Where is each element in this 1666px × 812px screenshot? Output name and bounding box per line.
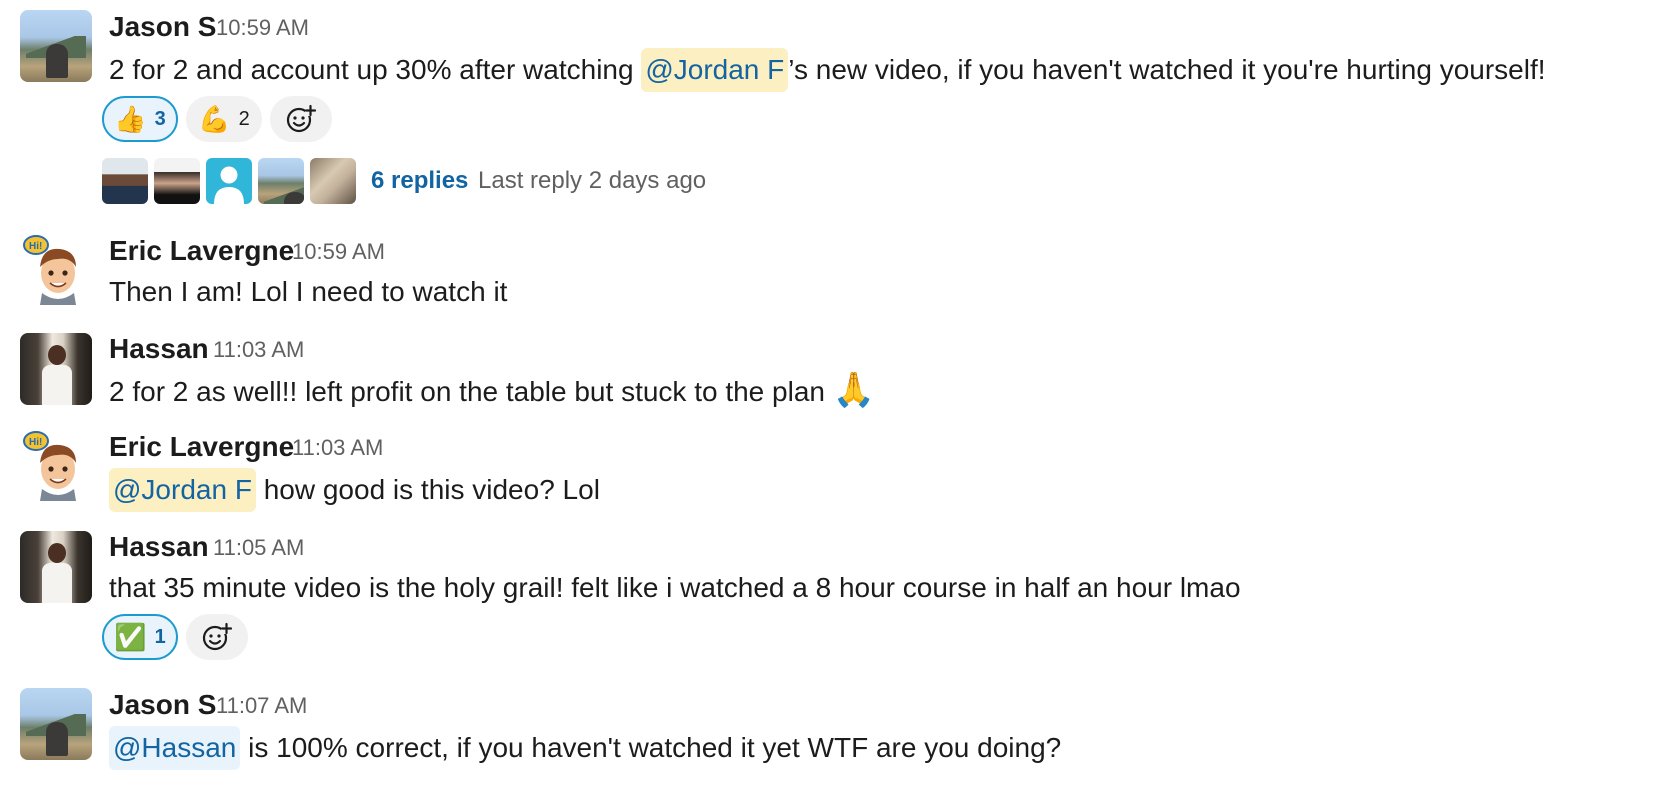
user-mention[interactable]: @Jordan F (109, 468, 256, 512)
avatar (102, 158, 148, 204)
svg-text:Hi!: Hi! (29, 437, 42, 448)
flexed-biceps-icon: 💪 (198, 104, 231, 134)
thread-replies-link[interactable]: 6 replies (371, 158, 468, 204)
check-mark-icon: ✅ (114, 622, 147, 652)
bitmoji-avatar-icon: Hi! (23, 431, 76, 501)
author-name[interactable]: Hassan (109, 332, 209, 366)
avatar (258, 158, 304, 204)
timestamp[interactable]: 11:03 AM (213, 333, 304, 367)
message-text: Then I am! Lol I need to watch it (109, 276, 508, 307)
message-text-part: ’s new video, if you haven't watched it … (788, 54, 1546, 85)
author-name[interactable]: Eric Lavergne (109, 234, 294, 268)
timestamp[interactable]: 10:59 AM (292, 235, 385, 269)
default-user-icon (214, 166, 244, 204)
thumbs-up-icon: 👍 (114, 104, 147, 134)
add-reaction-icon (202, 622, 233, 651)
message-text-part: is 100% correct, if you haven't watched … (240, 732, 1062, 763)
avatar[interactable] (20, 333, 92, 405)
message-text: @Hassan is 100% correct, if you haven't … (109, 726, 1061, 770)
message-text-part: how good is this video? Lol (255, 474, 600, 505)
timestamp[interactable]: 11:03 AM (292, 431, 383, 465)
add-reaction-icon (286, 104, 317, 133)
timestamp[interactable]: 10:59 AM (216, 11, 309, 45)
bitmoji-avatar-icon: Hi! (23, 235, 76, 305)
reaction-thumbs-up[interactable]: 👍 3 (102, 96, 178, 142)
author-name[interactable]: Eric Lavergne (109, 430, 294, 464)
reaction-flexed-biceps[interactable]: 💪 2 (186, 96, 262, 142)
message-text: 2 for 2 and account up 30% after watchin… (109, 48, 1546, 92)
avatar (310, 158, 356, 204)
timestamp[interactable]: 11:07 AM (216, 689, 307, 723)
add-reaction-button[interactable] (186, 614, 248, 660)
reaction-count: 2 (238, 107, 250, 130)
svg-text:Hi!: Hi! (29, 241, 42, 252)
message-text-part: 2 for 2 as well!! left profit on the tab… (109, 376, 825, 407)
thread-last-reply: Last reply 2 days ago (478, 167, 707, 194)
user-mention[interactable]: @Hassan (109, 726, 241, 770)
reaction-count: 1 (154, 625, 166, 648)
folded-hands-icon: 🙏 (832, 371, 876, 409)
avatar[interactable] (20, 531, 92, 603)
reaction-count: 3 (154, 107, 166, 130)
add-reaction-button[interactable] (270, 96, 332, 142)
thread-summary[interactable]: 6 replies Last reply 2 days ago (102, 158, 722, 204)
author-name[interactable]: Jason S (109, 688, 216, 722)
avatar (206, 158, 252, 204)
avatar (154, 158, 200, 204)
user-mention[interactable]: @Jordan F (641, 48, 789, 92)
message-text: @Jordan F how good is this video? Lol (109, 468, 600, 512)
timestamp[interactable]: 11:05 AM (213, 531, 304, 565)
avatar[interactable] (20, 688, 92, 760)
avatar[interactable] (20, 10, 92, 82)
author-name[interactable]: Hassan (109, 530, 209, 564)
message-text: that 35 minute video is the holy grail! … (109, 572, 1241, 603)
avatar[interactable]: Hi! (20, 233, 92, 305)
message-text-part: 2 for 2 and account up 30% after watchin… (109, 54, 642, 85)
author-name[interactable]: Jason S (109, 10, 216, 44)
avatar[interactable]: Hi! (20, 429, 92, 501)
reaction-check-mark[interactable]: ✅ 1 (102, 614, 178, 660)
message-text: 2 for 2 as well!! left profit on the tab… (109, 370, 875, 412)
